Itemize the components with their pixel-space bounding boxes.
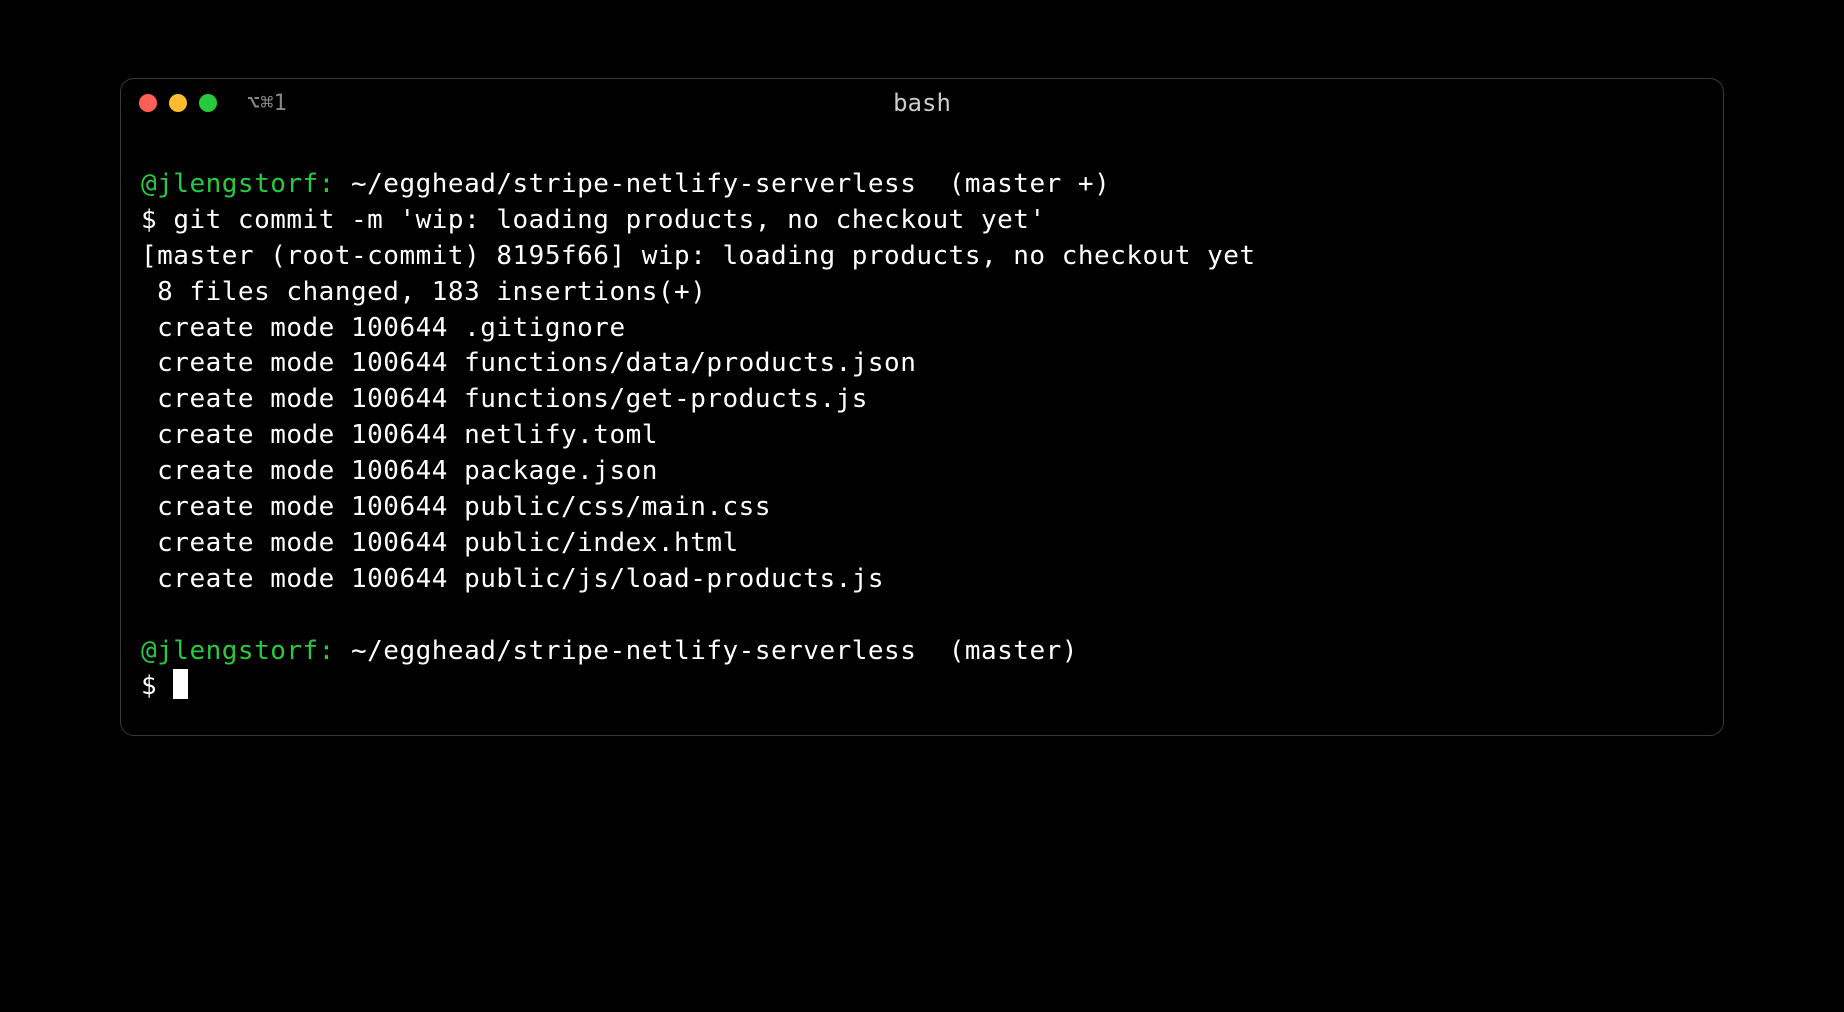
prompt-path: ~/egghead/stripe-netlify-serverless — [351, 169, 916, 199]
prompt-branch: (master) — [949, 636, 1078, 666]
maximize-icon[interactable] — [199, 94, 217, 112]
command-line-1: $ git commit -m 'wip: loading products, … — [141, 203, 1703, 239]
output-line: create mode 100644 public/css/main.css — [141, 490, 1703, 526]
minimize-icon[interactable] — [169, 94, 187, 112]
prompt-dollar: $ — [141, 671, 157, 701]
traffic-lights — [139, 94, 217, 112]
output-line: create mode 100644 functions/get-product… — [141, 382, 1703, 418]
output-line: [master (root-commit) 8195f66] wip: load… — [141, 239, 1703, 275]
output-line: create mode 100644 netlify.toml — [141, 418, 1703, 454]
prompt-dollar: $ — [141, 205, 157, 235]
titlebar: ⌥⌘1 bash — [121, 79, 1723, 127]
window-title: bash — [893, 89, 951, 117]
terminal-window: ⌥⌘1 bash @jlengstorf: ~/egghead/stripe-n… — [120, 78, 1724, 736]
output-line: create mode 100644 .gitignore — [141, 311, 1703, 347]
output-line: create mode 100644 functions/data/produc… — [141, 346, 1703, 382]
close-icon[interactable] — [139, 94, 157, 112]
output-line: create mode 100644 package.json — [141, 454, 1703, 490]
prompt-line-1: @jlengstorf: ~/egghead/stripe-netlify-se… — [141, 167, 1703, 203]
prompt-user: @jlengstorf: — [141, 169, 335, 199]
blank-line — [141, 598, 1703, 634]
prompt-path: ~/egghead/stripe-netlify-serverless — [351, 636, 916, 666]
command-line-2: $ — [141, 669, 1703, 705]
cursor-icon — [173, 669, 188, 699]
git-command: git commit -m 'wip: loading products, no… — [173, 205, 1045, 235]
output-line: 8 files changed, 183 insertions(+) — [141, 275, 1703, 311]
tab-indicator: ⌥⌘1 — [247, 91, 287, 116]
output-line: create mode 100644 public/js/load-produc… — [141, 562, 1703, 598]
prompt-line-2: @jlengstorf: ~/egghead/stripe-netlify-se… — [141, 634, 1703, 670]
output-line: create mode 100644 public/index.html — [141, 526, 1703, 562]
prompt-user: @jlengstorf: — [141, 636, 335, 666]
terminal-body[interactable]: @jlengstorf: ~/egghead/stripe-netlify-se… — [121, 127, 1723, 735]
prompt-branch: (master +) — [949, 169, 1111, 199]
